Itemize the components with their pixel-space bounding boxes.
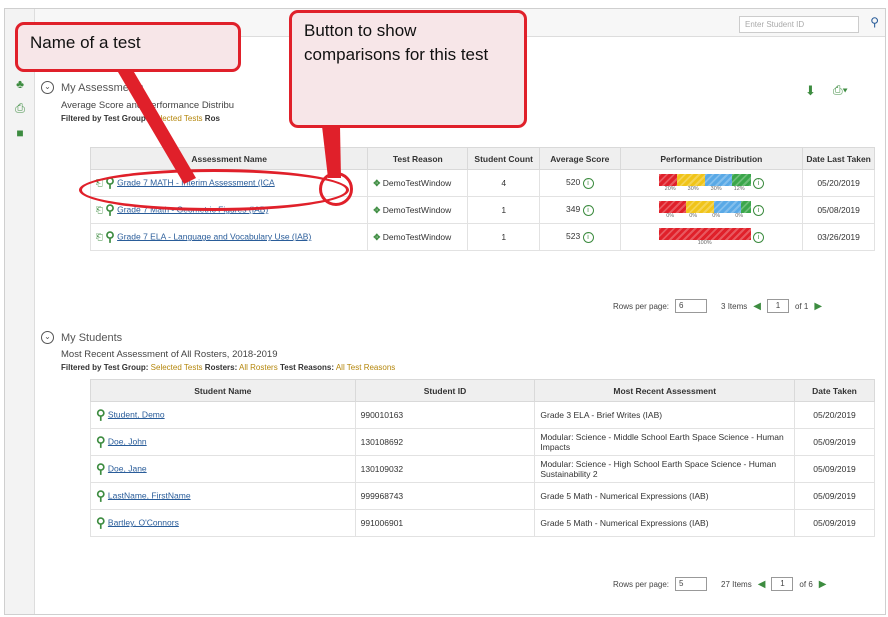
pointer-compare-button xyxy=(322,126,341,178)
callout-pointers xyxy=(118,72,341,184)
pointer-test-name xyxy=(118,72,196,184)
